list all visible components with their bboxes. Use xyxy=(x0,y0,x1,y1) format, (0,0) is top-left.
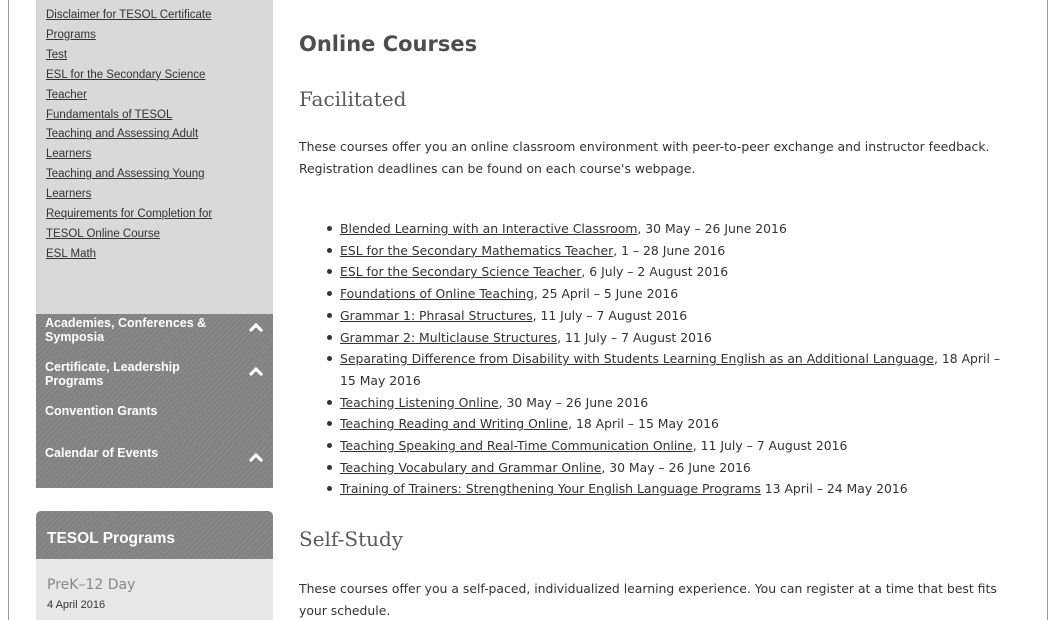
programs-event-title[interactable]: PreK–12 Day xyxy=(36,559,273,593)
list-item: Blended Learning with an Interactive Cla… xyxy=(299,218,1019,240)
list-item: ESL for the Secondary Science Teacher, 6… xyxy=(299,261,1019,283)
course-link[interactable]: Foundations of Online Teaching xyxy=(340,286,534,301)
chevron-up-icon[interactable] xyxy=(248,366,264,382)
course-link[interactable]: Grammar 1: Phrasal Structures xyxy=(340,308,533,323)
sidebar-link[interactable]: Teacher xyxy=(46,86,246,106)
sidebar-link[interactable]: TESOL Online Course xyxy=(46,225,246,245)
sidebar-link-esl-math[interactable]: ESL Math xyxy=(46,245,246,265)
chevron-up-icon[interactable] xyxy=(248,452,264,468)
list-item: Grammar 2: Multiclause Structures, 11 Ju… xyxy=(299,327,1019,349)
list-item: Training of Trainers: Strengthening Your… xyxy=(299,478,1019,500)
page-title: Online Courses xyxy=(299,32,478,56)
sidebar-link[interactable]: Programs xyxy=(46,26,246,46)
sidebar-link[interactable]: Learners xyxy=(46,145,246,165)
course-dates: , 11 July – 7 August 2016 xyxy=(557,329,712,345)
list-item: Grammar 1: Phrasal Structures, 11 July –… xyxy=(299,305,1019,327)
nav-section-label: Certificate, Leadership Programs xyxy=(45,360,180,388)
programs-event-date: 4 April 2016 xyxy=(47,599,106,611)
sidebar: Disclaimer for TESOL Certificate Program… xyxy=(36,0,273,620)
sidebar-link[interactable]: Disclaimer for TESOL Certificate xyxy=(46,6,246,26)
course-dates: , 11 July – 7 August 2016 xyxy=(532,307,688,323)
list-item: Teaching Reading and Writing Online, 18 … xyxy=(299,413,1019,435)
course-link[interactable]: Teaching Listening Online xyxy=(340,395,499,410)
tesol-programs-widget: TESOL Programs PreK–12 Day 4 April 2016 xyxy=(36,511,273,620)
course-link[interactable]: Training of Trainers: Strengthening Your… xyxy=(340,481,761,496)
nav-section-certificate[interactable]: Certificate, Leadership Programs xyxy=(36,358,273,402)
self-study-description: These courses offer you a self-paced, in… xyxy=(299,581,997,618)
course-link[interactable]: ESL for the Secondary Mathematics Teache… xyxy=(340,243,613,258)
course-dates: , 1 – 28 June 2016 xyxy=(613,242,726,258)
course-dates: , 18 April – 15 May 2016 xyxy=(568,416,719,432)
sidebar-link[interactable]: Learners xyxy=(46,185,246,205)
course-link[interactable]: Grammar 2: Multiclause Structures xyxy=(340,330,557,345)
list-item: ESL for the Secondary Mathematics Teache… xyxy=(299,240,1019,262)
list-item: Separating Difference from Disability wi… xyxy=(299,348,1019,391)
course-dates: , 30 May – 26 June 2016 xyxy=(637,221,787,236)
programs-heading: TESOL Programs xyxy=(36,511,273,559)
course-link[interactable]: Teaching Reading and Writing Online xyxy=(340,416,568,431)
course-link[interactable]: Teaching Vocabulary and Grammar Online xyxy=(340,460,601,475)
sidebar-link[interactable]: Fundamentals of TESOL xyxy=(46,106,246,126)
sidebar-link[interactable]: Teaching and Assessing Adult xyxy=(46,125,246,145)
nav-section-label: Convention Grants xyxy=(45,404,158,418)
sidebar-link-test[interactable]: Test xyxy=(46,46,246,66)
sidebar-subnav: Disclaimer for TESOL Certificate Program… xyxy=(36,0,273,314)
list-item: Teaching Listening Online, 30 May – 26 J… xyxy=(299,392,1019,414)
nav-section-calendar[interactable]: Calendar of Events xyxy=(36,444,273,488)
sidebar-link[interactable]: Requirements for Completion for xyxy=(46,205,246,225)
nav-section-label: Academies, Conferences & Symposia xyxy=(45,316,207,344)
course-dates: , 11 July – 7 August 2016 xyxy=(692,438,848,454)
facilitated-description: These courses offer you an online classr… xyxy=(299,139,990,176)
course-link[interactable]: ESL for the Secondary Science Teacher xyxy=(340,264,581,279)
list-item: Foundations of Online Teaching, 25 April… xyxy=(299,283,1019,305)
sidebar-link[interactable]: ESL for the Secondary Science xyxy=(46,66,246,86)
course-link[interactable]: Teaching Speaking and Real-Time Communic… xyxy=(340,438,693,453)
course-dates: 13 April – 24 May 2016 xyxy=(760,481,908,497)
course-dates: , 6 July – 2 August 2016 xyxy=(581,264,729,280)
list-item: Teaching Vocabulary and Grammar Online, … xyxy=(299,457,1019,479)
nav-section-label: Calendar of Events xyxy=(45,446,159,460)
course-dates: , 30 May – 26 June 2016 xyxy=(601,459,751,475)
list-item: Teaching Speaking and Real-Time Communic… xyxy=(299,435,1019,457)
course-dates: , 30 May – 26 June 2016 xyxy=(498,394,649,410)
course-link[interactable]: Separating Difference from Disability wi… xyxy=(340,351,934,366)
chevron-up-icon[interactable] xyxy=(248,322,264,338)
nav-section-convention-grants[interactable]: Convention Grants xyxy=(36,402,273,444)
sidebar-link[interactable]: Teaching and Assessing Young xyxy=(46,165,246,185)
nav-section-academies[interactable]: Academies, Conferences & Symposia xyxy=(36,314,273,358)
facilitated-heading: Facilitated xyxy=(299,87,407,111)
course-link[interactable]: Blended Learning with an Interactive Cla… xyxy=(340,221,637,236)
facilitated-course-list: Blended Learning with an Interactive Cla… xyxy=(299,218,1019,500)
course-dates: , 25 April – 5 June 2016 xyxy=(533,286,679,302)
self-study-heading: Self-Study xyxy=(299,527,404,551)
